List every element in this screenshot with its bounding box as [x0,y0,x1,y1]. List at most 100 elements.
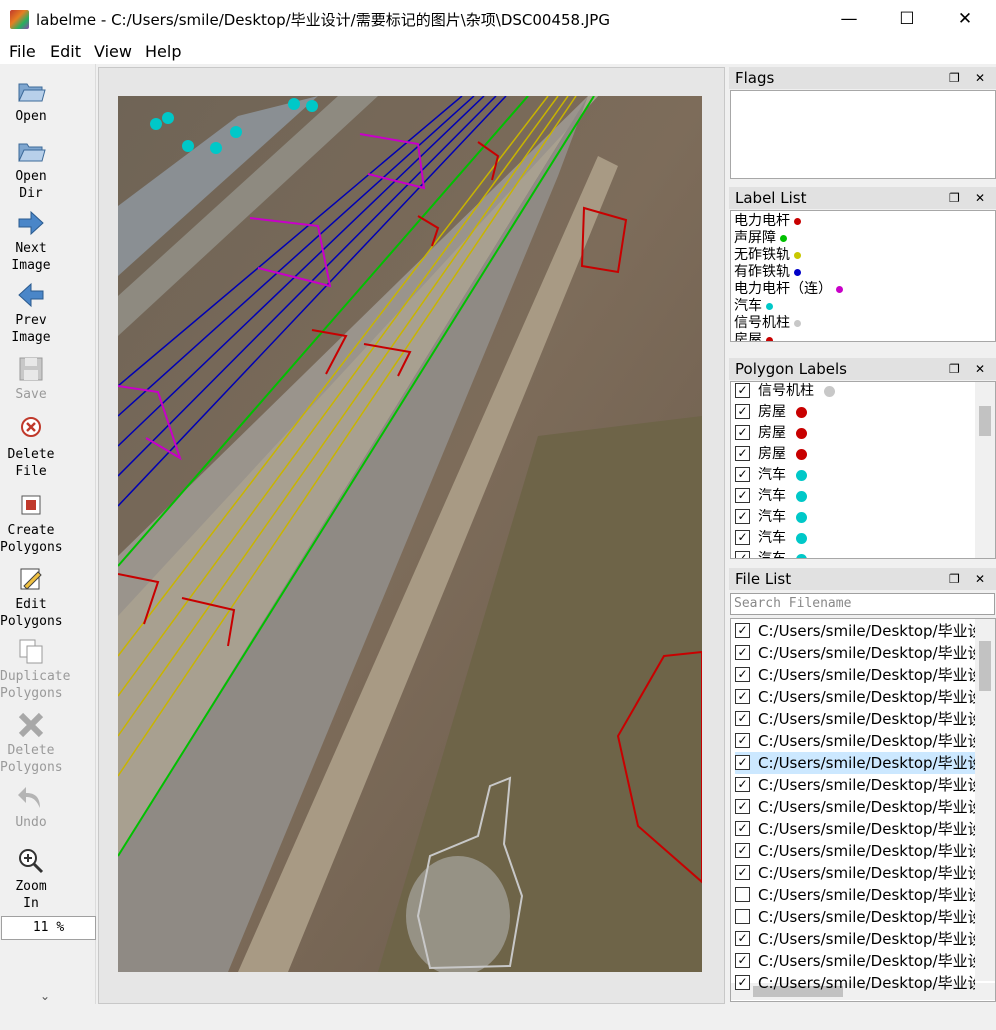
checkbox[interactable]: ✓ [735,777,750,792]
scrollbar-thumb[interactable] [979,406,991,436]
file-list-item[interactable]: ✓ C:/Users/smile/Desktop/毕业设 [735,620,975,642]
open-dir-button[interactable]: Open Dir [0,136,62,202]
next-image-button[interactable]: Next Image [0,208,62,274]
delete-polygons-button[interactable]: Delete Polygons [0,710,63,776]
menu-file[interactable]: File [9,42,36,61]
close-icon[interactable]: ✕ [975,568,985,590]
label-list-item[interactable]: 汽车 [734,298,773,315]
label-list-item[interactable]: 电力电杆（连） [734,281,843,298]
checkbox[interactable]: ✓ [735,403,750,419]
close-button[interactable]: ✕ [942,0,988,38]
vertical-scrollbar[interactable] [975,382,995,558]
file-list-item[interactable]: ✓ C:/Users/smile/Desktop/毕业设 [735,950,975,972]
checkbox[interactable]: ✓ [735,931,750,946]
file-list[interactable]: ✓ C:/Users/smile/Desktop/毕业设 ✓ C:/Users/smi… [730,618,996,1002]
file-list-item[interactable]: ✓ C:/Users/smile/Desktop/毕业设 [735,642,975,664]
file-list-item[interactable]: C:/Users/smile/Desktop/毕业设 [735,906,975,928]
file-list-item[interactable]: ✓ C:/Users/smile/Desktop/毕业设 [735,752,975,774]
label-list-item[interactable]: 有砟铁轨 [734,264,801,281]
polygon-label-item[interactable]: ✓ 汽车 [735,528,807,549]
file-list-item[interactable]: C:/Users/smile/Desktop/毕业设 [735,884,975,906]
polygon-label-item[interactable]: ✓ 房屋 [735,444,807,465]
polygon-label-item[interactable]: ✓ 房屋 [735,402,807,423]
checkbox[interactable]: ✓ [735,865,750,880]
file-list-item[interactable]: ✓ C:/Users/smile/Desktop/毕业设 [735,928,975,950]
polygon-label-item[interactable]: ✓ 房屋 [735,423,807,444]
menu-help[interactable]: Help [145,42,181,61]
checkbox[interactable]: ✓ [735,755,750,770]
checkbox[interactable]: ✓ [735,508,750,524]
create-polygons-button[interactable]: Create Polygons [0,490,63,556]
close-icon[interactable]: ✕ [975,187,985,209]
polygon-label-item[interactable]: ✓ 汽车 [735,486,807,507]
scrollbar-thumb[interactable] [979,641,991,691]
checkbox[interactable] [735,909,750,924]
file-list-item[interactable]: ✓ C:/Users/smile/Desktop/毕业设 [735,730,975,752]
file-list-item[interactable]: ✓ C:/Users/smile/Desktop/毕业设 [735,774,975,796]
file-list-item[interactable]: ✓ C:/Users/smile/Desktop/毕业设 [735,796,975,818]
float-icon[interactable]: ❐ [949,568,960,590]
duplicate-polygons-button[interactable]: Duplicate Polygons [0,636,70,702]
checkbox[interactable]: ✓ [735,689,750,704]
save-button[interactable]: Save [0,354,62,403]
checkbox[interactable]: ✓ [735,550,750,558]
polygon-labels-list[interactable]: ✓ 信号机柱 ✓ 房屋 ✓ 房屋 ✓ 房屋 ✓ 汽车 ✓ 汽车 ✓ 汽车 ✓ 汽车 ✓ 汽车 [730,381,996,559]
label-list-item[interactable]: 电力电杆 [734,213,801,230]
search-filename-input[interactable]: Search Filename [730,593,995,615]
flags-list[interactable] [730,90,996,179]
checkbox[interactable]: ✓ [735,821,750,836]
minimize-button[interactable]: — [826,0,872,38]
file-list-item[interactable]: ✓ C:/Users/smile/Desktop/毕业设 [735,840,975,862]
file-list-item[interactable]: ✓ C:/Users/smile/Desktop/毕业设 [735,686,975,708]
polygon-label-item[interactable]: ✓ 汽车 [735,507,807,528]
checkbox[interactable]: ✓ [735,529,750,545]
checkbox[interactable]: ✓ [735,953,750,968]
polygon-label-item[interactable]: ✓ 信号机柱 [735,382,835,402]
checkbox[interactable]: ✓ [735,466,750,482]
label-list-item[interactable]: 无砟铁轨 [734,247,801,264]
prev-image-button[interactable]: Prev Image [0,280,62,346]
undo-button[interactable]: Undo [0,782,62,831]
float-icon[interactable]: ❐ [949,358,960,380]
close-icon[interactable]: ✕ [975,358,985,380]
checkbox[interactable]: ✓ [735,711,750,726]
menu-view[interactable]: View [94,42,132,61]
file-list-item[interactable]: ✓ C:/Users/smile/Desktop/毕业设 [735,664,975,686]
label-list-item[interactable]: 信号机柱 [734,315,801,332]
file-list-item[interactable]: ✓ C:/Users/smile/Desktop/毕业设 [735,818,975,840]
annotated-photo[interactable] [118,96,702,972]
file-path-text: C:/Users/smile/Desktop/毕业设 [758,776,975,794]
float-icon[interactable]: ❐ [949,67,960,89]
polygon-label-item[interactable]: ✓ 汽车 [735,465,807,486]
file-list-item[interactable]: ✓ C:/Users/smile/Desktop/毕业设 [735,708,975,730]
checkbox[interactable]: ✓ [735,975,750,990]
chevron-down-icon[interactable]: ⌄ [40,989,50,1003]
file-list-item[interactable]: ✓ C:/Users/smile/Desktop/毕业设 [735,862,975,884]
maximize-button[interactable]: ☐ [884,0,930,38]
checkbox[interactable]: ✓ [735,382,750,398]
label-list-item[interactable]: 房屋 [734,332,773,341]
checkbox[interactable]: ✓ [735,667,750,682]
checkbox[interactable]: ✓ [735,445,750,461]
delete-file-button[interactable]: Delete File [0,414,62,480]
vertical-scrollbar[interactable] [975,619,995,981]
checkbox[interactable]: ✓ [735,645,750,660]
polygon-label-item[interactable]: ✓ 汽车 [735,549,807,558]
checkbox[interactable]: ✓ [735,799,750,814]
edit-polygons-button[interactable]: Edit Polygons [0,564,63,630]
menu-edit[interactable]: Edit [50,42,81,61]
float-icon[interactable]: ❐ [949,187,960,209]
checkbox[interactable]: ✓ [735,424,750,440]
open-button[interactable]: Open [0,76,62,125]
checkbox[interactable] [735,887,750,902]
checkbox[interactable]: ✓ [735,733,750,748]
close-icon[interactable]: ✕ [975,67,985,89]
label-list-item[interactable]: 声屏障 [734,230,787,247]
zoom-level-input[interactable]: 11 % [1,916,96,940]
file-list-item[interactable]: ✓ C:/Users/smile/Desktop/毕业设 [735,972,975,994]
checkbox[interactable]: ✓ [735,623,750,638]
zoom-in-button[interactable]: Zoom In [0,846,62,912]
checkbox[interactable]: ✓ [735,487,750,503]
label-list[interactable]: 电力电杆 声屏障 无砟铁轨 有砟铁轨 电力电杆（连） 汽车 信号机柱 房屋 [730,210,996,342]
checkbox[interactable]: ✓ [735,843,750,858]
